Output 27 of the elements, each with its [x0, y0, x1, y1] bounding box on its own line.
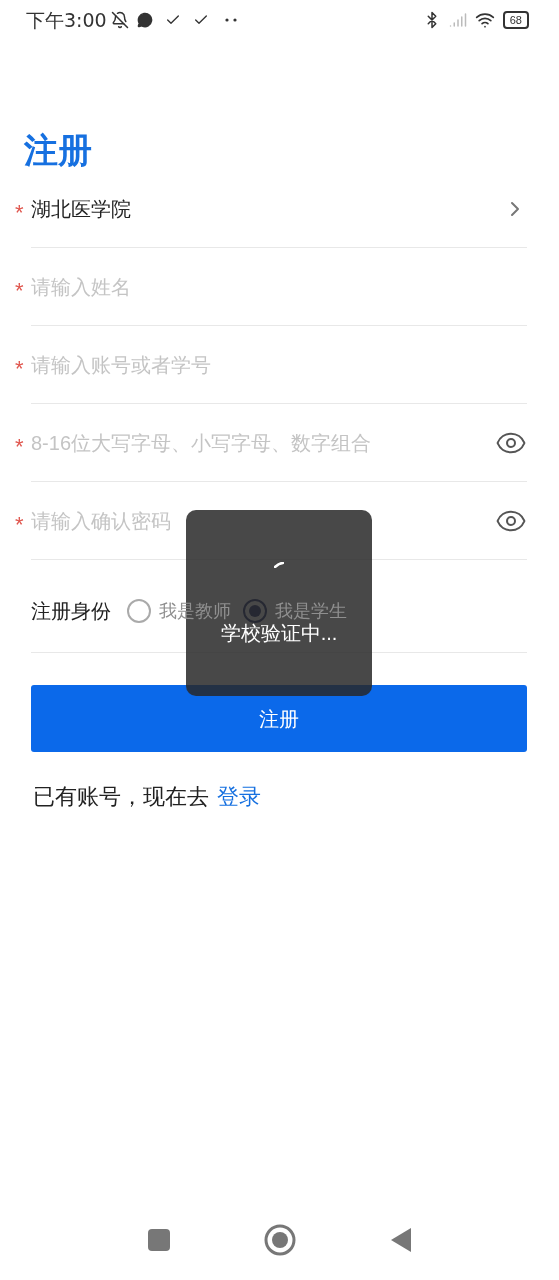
input-field[interactable]: 请输入账号或者学号: [31, 349, 527, 380]
required-mark: *: [15, 277, 24, 305]
back-icon[interactable]: [390, 1227, 413, 1253]
battery-icon: 68: [502, 11, 529, 29]
recent-apps-icon[interactable]: [146, 1228, 171, 1252]
page-title: 注册: [23, 130, 93, 170]
input-field[interactable]: 请输入姓名: [31, 271, 527, 302]
input-field[interactable]: 8-16位大写字母、小写字母、数字组合: [31, 427, 495, 458]
dots-icon: [224, 18, 237, 22]
bell-off-icon: [110, 11, 129, 29]
input-field[interactable]: 请输入确认密码: [31, 505, 495, 536]
school-select[interactable]: 湖北医学院: [31, 193, 503, 224]
signal-icon: [448, 11, 467, 29]
radio-button[interactable]: [127, 599, 151, 623]
required-mark: *: [15, 433, 24, 461]
wifi-icon: [474, 10, 495, 30]
required-mark: *: [15, 199, 24, 227]
required-mark: *: [15, 355, 24, 383]
login-link[interactable]: 登录: [217, 779, 261, 813]
status-time: 下午3:00: [26, 7, 107, 33]
home-icon[interactable]: [264, 1224, 297, 1256]
identity-label: 注册身份: [31, 599, 111, 624]
chat-icon: [136, 12, 153, 28]
register-button[interactable]: 注册: [31, 685, 527, 752]
login-prompt: 已有账号，现在去: [33, 782, 209, 811]
required-mark: *: [15, 511, 24, 539]
spinner-icon: [274, 562, 284, 568]
